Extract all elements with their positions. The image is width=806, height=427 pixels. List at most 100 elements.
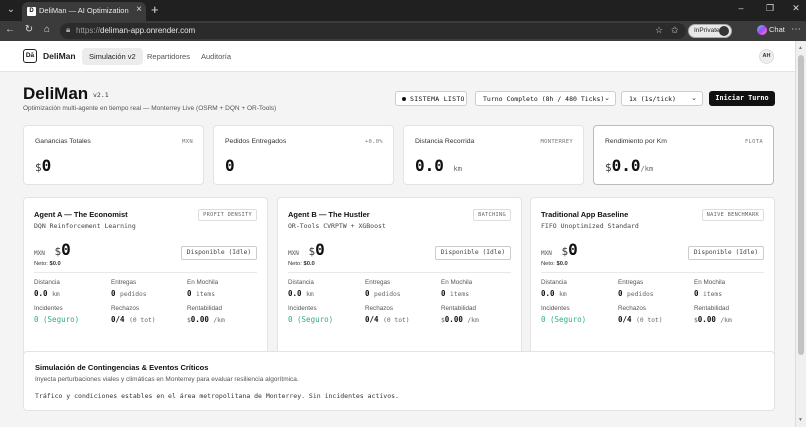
kpi-label: Rendimiento por Km xyxy=(605,138,667,145)
kpi-value: 0 xyxy=(225,156,235,175)
maximize-icon[interactable]: ❐ xyxy=(763,3,777,14)
address-bar[interactable]: 🔒︎ https://deliman-app.onrender.com ☆ ✩ xyxy=(60,23,686,39)
agent-earnings: MXN $0 xyxy=(288,240,325,259)
kpi-card-distance: Distancia Recorrida MONTERREY 0.0 km xyxy=(403,125,584,185)
kpi-value: 0.0 km xyxy=(415,156,462,175)
scroll-thumb[interactable] xyxy=(798,55,804,355)
kpi-value: $0 xyxy=(35,156,52,175)
status-dot-icon xyxy=(402,97,406,101)
stat-backpack: En Mochila 0 items xyxy=(694,279,726,298)
agent-name: Traditional App Baseline xyxy=(541,210,629,219)
new-tab-icon[interactable]: + xyxy=(151,2,159,17)
nav-tab-repartidores[interactable]: Repartidores xyxy=(140,48,197,65)
lock-icon[interactable]: 🔒︎ xyxy=(66,25,70,35)
stat-incidents: Incidentes 0 (Seguro) xyxy=(541,305,587,324)
kpi-value: $0.0/km xyxy=(605,156,654,175)
stat-distance: Distancia 0.0 km xyxy=(541,279,567,298)
speed-select-value: 1x (1s/tick) xyxy=(629,95,676,103)
agent-status-badge: Disponible (Idle) xyxy=(181,246,257,260)
tab-favicon-icon: D xyxy=(27,7,36,16)
system-status-badge: SISTEMA LISTO xyxy=(395,91,467,106)
shift-select[interactable]: Turno Completo (8h / 480 Ticks) ⌄ xyxy=(475,91,616,106)
agent-neto: Neto: $0.0 xyxy=(288,261,315,267)
stat-profitability: Rentabilidad $0.00 /km xyxy=(441,305,479,324)
agent-tag: NAIVE BENCHMARK xyxy=(701,209,764,221)
agent-name: Agent A — The Economist xyxy=(34,210,128,219)
start-shift-button[interactable]: Iniciar Turno xyxy=(709,91,775,106)
stat-distance: Distancia 0.0 km xyxy=(288,279,314,298)
divider xyxy=(541,272,764,273)
stat-rejections: Rechazos 0/4 (0 tot) xyxy=(365,305,410,324)
web-page: Dā DeliMan Simulación v2 Repartidores Au… xyxy=(0,41,795,427)
logo-icon: Dā xyxy=(23,49,37,63)
shift-select-value: Turno Completo (8h / 480 Ticks) xyxy=(483,95,605,103)
tab-close-icon[interactable]: × xyxy=(136,4,142,15)
page-subtitle: Optimización multi-agente en tiempo real… xyxy=(23,105,277,112)
agent-card-baseline: Traditional App Baseline FIFO Unoptimize… xyxy=(530,197,775,377)
agent-tech: FIFO Unoptimized Standard xyxy=(541,222,639,230)
agent-earnings: MXN $0 xyxy=(34,240,71,259)
kpi-card-deliveries: Pedidos Entregados +0.0% 0 xyxy=(213,125,394,185)
inprivate-badge[interactable]: InPrivate xyxy=(688,24,732,38)
favorite-star-icon[interactable]: ☆ xyxy=(655,25,663,36)
copilot-chat-button[interactable]: Chat xyxy=(757,25,785,36)
kpi-label: Pedidos Entregados xyxy=(225,138,287,145)
stat-profitability: Rentabilidad $0.00 /km xyxy=(187,305,225,324)
stat-deliveries: Entregas 0 pedidos xyxy=(111,279,147,298)
contingency-panel: Simulación de Contingencias & Eventos Cr… xyxy=(23,351,775,411)
logo-text: DeliMan xyxy=(43,51,76,61)
page-scrollbar[interactable]: ▲ ▼ xyxy=(795,41,806,427)
agent-neto: Neto: $0.0 xyxy=(34,261,61,267)
chevron-down-icon: ⌄ xyxy=(691,95,697,102)
browser-tab[interactable]: D DeliMan — AI Optimization Engine × xyxy=(22,2,146,21)
divider xyxy=(34,272,257,273)
agent-name: Agent B — The Hustler xyxy=(288,210,370,219)
agent-earnings: MXN $0 xyxy=(541,240,578,259)
back-icon[interactable]: ← xyxy=(4,24,16,35)
stat-profitability: Rentabilidad $0.00 /km xyxy=(694,305,732,324)
agent-tag: PROFIT DENSITY xyxy=(198,209,257,221)
version-label: v2.1 xyxy=(93,91,109,99)
contingency-subtitle: Inyecta perturbaciones viales y climátic… xyxy=(35,376,299,383)
agent-card-a: Agent A — The Economist DQN Reinforcemen… xyxy=(23,197,268,377)
agent-card-b: Agent B — The Hustler OR-Tools CVRPTW + … xyxy=(277,197,522,377)
page-title: DeliMan xyxy=(23,84,89,103)
contingency-message: Tráfico y condiciones estables en el áre… xyxy=(35,392,399,400)
settings-menu-icon[interactable]: ⋯ xyxy=(791,24,801,35)
nav-tab-simulacion[interactable]: Simulación v2 xyxy=(82,48,143,65)
agent-tech: DQN Reinforcement Learning xyxy=(34,222,136,230)
scroll-up-icon[interactable]: ▲ xyxy=(798,45,803,51)
user-avatar[interactable]: AH xyxy=(759,49,774,64)
url-text[interactable]: https://deliman-app.onrender.com xyxy=(76,26,195,35)
scroll-down-icon[interactable]: ▼ xyxy=(798,417,803,423)
kpi-card-yield: Rendimiento por Km FLOTA $0.0/km xyxy=(593,125,774,185)
inprivate-avatar-icon xyxy=(719,26,729,36)
nav-tab-auditoria[interactable]: Auditoría xyxy=(194,48,238,65)
kpi-tag: MONTERREY xyxy=(540,139,573,145)
window-close-icon[interactable]: ✕ xyxy=(789,3,803,14)
agent-tech: OR-Tools CVRPTW + XGBoost xyxy=(288,222,386,230)
kpi-label: Ganancias Totales xyxy=(35,138,91,145)
stat-distance: Distancia 0.0 km xyxy=(34,279,60,298)
stat-backpack: En Mochila 0 items xyxy=(187,279,219,298)
tab-list-chevron-icon[interactable]: ⌄ xyxy=(3,3,19,17)
minimize-icon[interactable]: – xyxy=(734,3,748,13)
home-icon[interactable]: ⌂ xyxy=(41,24,53,35)
stat-backpack: En Mochila 0 items xyxy=(441,279,473,298)
agent-tag: BATCHING xyxy=(473,209,511,221)
refresh-icon[interactable]: ↻ xyxy=(23,24,35,35)
speed-select[interactable]: 1x (1s/tick) ⌄ xyxy=(621,91,703,106)
favorites-icon[interactable]: ✩ xyxy=(671,25,679,36)
kpi-tag: MXN xyxy=(182,139,193,145)
divider xyxy=(288,272,511,273)
kpi-label: Distancia Recorrida xyxy=(415,138,475,145)
contingency-title: Simulación de Contingencias & Eventos Cr… xyxy=(35,363,209,372)
tab-title: DeliMan — AI Optimization Engine xyxy=(39,6,131,15)
stat-incidents: Incidentes 0 (Seguro) xyxy=(288,305,334,324)
stat-rejections: Rechazos 0/4 (0 tot) xyxy=(111,305,156,324)
browser-tab-bar: ⌄ D DeliMan — AI Optimization Engine × +… xyxy=(0,0,806,21)
stat-deliveries: Entregas 0 pedidos xyxy=(618,279,654,298)
inprivate-label: InPrivate xyxy=(694,27,720,34)
app-nav: Dā DeliMan Simulación v2 Repartidores Au… xyxy=(0,41,795,72)
copilot-icon xyxy=(757,25,767,36)
